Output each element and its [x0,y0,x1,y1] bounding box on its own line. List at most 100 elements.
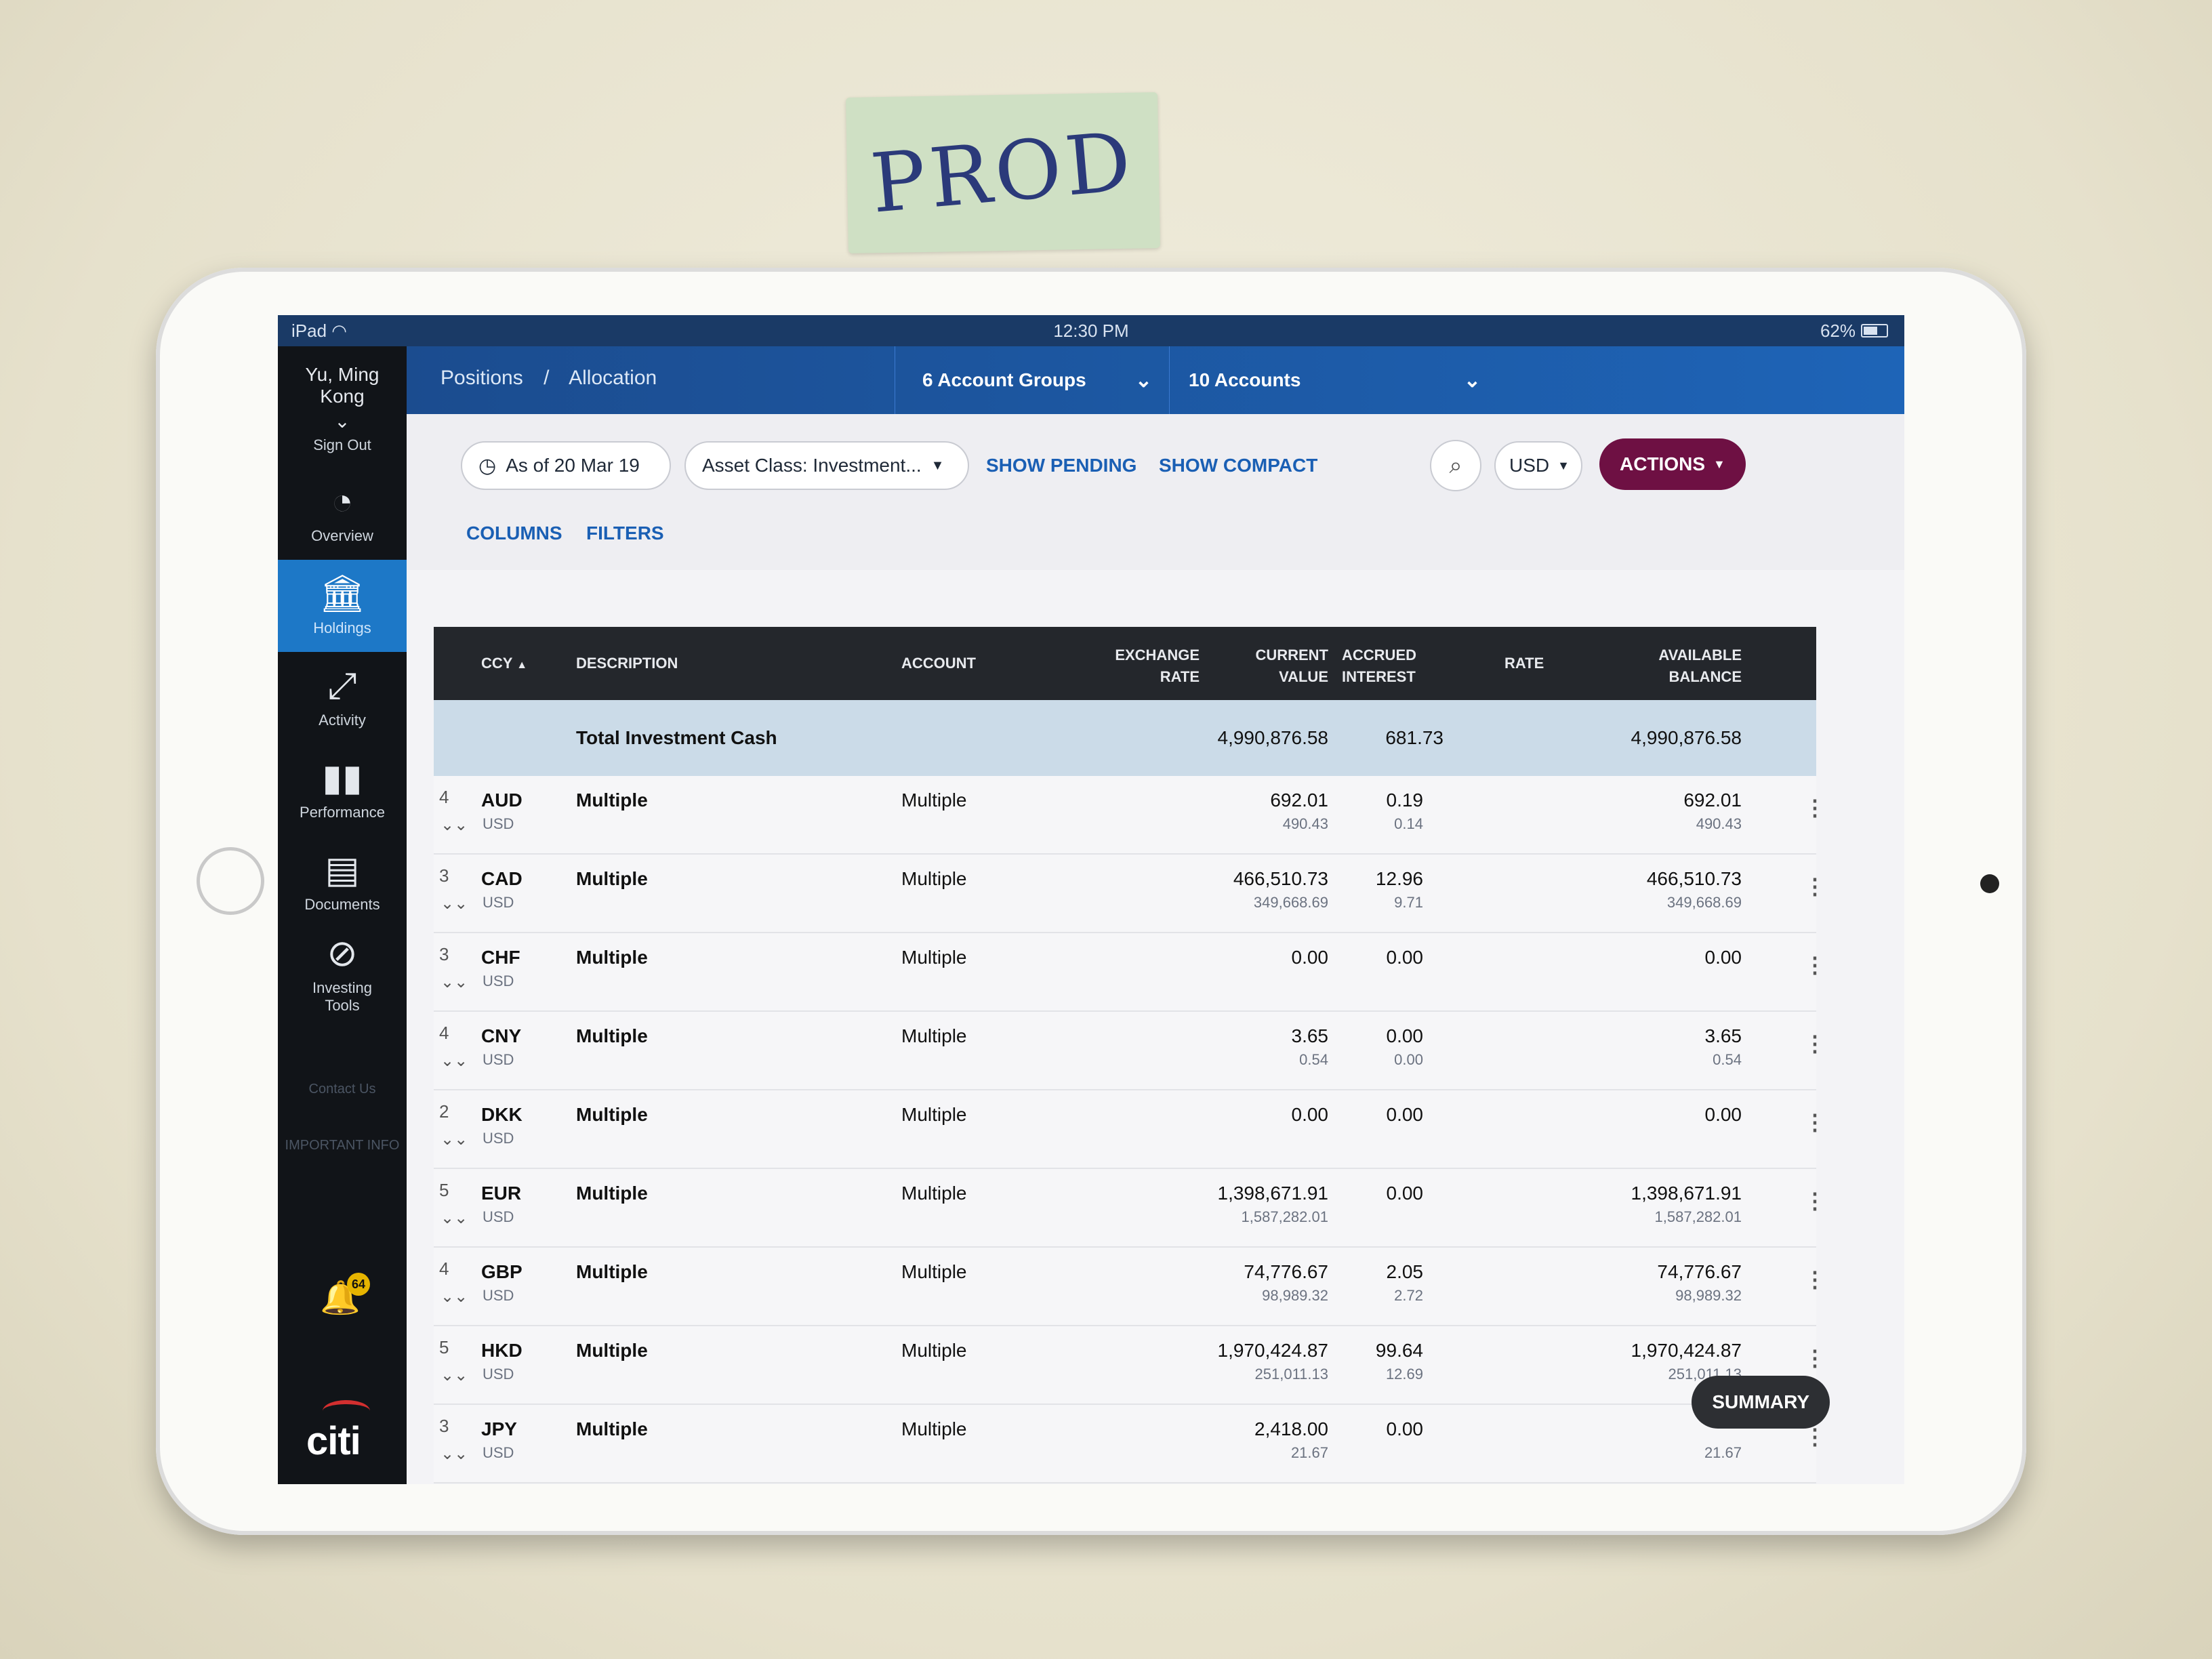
row-current-value-usd: 98,989.32 [1262,1287,1328,1304]
bank-icon: 🏛 [319,573,366,614]
col-rate[interactable]: RATE [1504,653,1544,674]
show-pending-button[interactable]: SHOW PENDING [986,455,1136,476]
row-ccy: CHF [481,947,520,968]
col-exchange-rate[interactable]: EXCHANGE RATE [1084,644,1200,688]
search-button[interactable]: ⌕ [1430,440,1481,491]
nav-documents-label: Documents [304,896,380,913]
asset-class-dropdown[interactable]: Asset Class: Investment... ▼ [684,441,969,490]
row-ccy: DKK [481,1104,523,1125]
row-available: 466,510.73 [1646,868,1742,889]
col-current-value[interactable]: CURRENT VALUE [1220,644,1328,688]
more-options-icon[interactable]: ⋮ [1804,874,1826,899]
row-accrued-usd: 9.71 [1394,894,1423,911]
row-description: Multiple [576,1104,648,1125]
prod-tape-note: PROD [846,92,1160,253]
more-options-icon[interactable]: ⋮ [1804,952,1826,978]
row-ccy: CAD [481,868,523,889]
contact-us-link[interactable]: Contact Us [278,1082,407,1097]
more-options-icon[interactable]: ⋮ [1804,1188,1826,1214]
row-current-value: 74,776.67 [1244,1261,1328,1282]
important-info-link[interactable]: IMPORTANT INFO [278,1138,407,1153]
row-ccy: HKD [481,1340,523,1361]
col-account[interactable]: ACCOUNT [901,653,976,674]
nav-documents[interactable]: ▤ Documents [278,836,407,928]
row-current-value: 0.00 [1291,947,1329,968]
expand-chevron-icon[interactable]: ⌄⌄ [441,1208,468,1228]
col-accrued-interest[interactable]: ACCRUED INTEREST [1342,644,1416,688]
caret-down-icon: ▼ [1713,457,1725,471]
columns-button[interactable]: COLUMNS [466,523,562,544]
toolbar: ◷ As of 20 Mar 19 Asset Class: Investmen… [407,414,1904,570]
nav-activity[interactable]: ⤢ Activity [278,652,407,744]
breadcrumb-allocation[interactable]: Allocation [569,367,657,389]
row-account: Multiple [901,1261,967,1282]
row-count: 3 [439,1416,449,1436]
row-account: Multiple [901,1418,967,1439]
row-ccy: AUD [481,790,523,811]
sign-out-link[interactable]: Sign Out [278,436,407,454]
table-row[interactable]: 5 ⌄⌄ EUR USD Multiple Multiple 1,398,671… [434,1169,1826,1248]
row-available: 0.00 [1704,947,1742,968]
chevron-down-icon[interactable]: ⌄ [278,410,407,432]
col-current-value-l2: VALUE [1279,668,1328,685]
user-name[interactable]: Yu, Ming Kong [278,346,407,407]
expand-chevron-icon[interactable]: ⌄⌄ [441,1130,468,1149]
more-options-icon[interactable]: ⋮ [1804,1345,1826,1371]
expand-chevron-icon[interactable]: ⌄⌄ [441,1444,468,1464]
home-button[interactable] [197,847,264,915]
notification-bell[interactable]: 🔔 64 [320,1273,370,1317]
currency-dropdown[interactable]: USD ▼ [1494,441,1582,490]
table-row[interactable]: 2 ⌄⌄ DKK USD Multiple Multiple 0.00 0.00… [434,1090,1826,1169]
as-of-date-button[interactable]: ◷ As of 20 Mar 19 [461,441,671,490]
summary-button[interactable]: SUMMARY [1692,1376,1830,1429]
expand-chevron-icon[interactable]: ⌄⌄ [441,1051,468,1071]
more-options-icon[interactable]: ⋮ [1804,1267,1826,1292]
total-current-value: 4,990,876.58 [1217,727,1329,748]
nav-overview[interactable]: ◔ Overview [278,468,407,560]
show-compact-button[interactable]: SHOW COMPACT [1159,455,1317,476]
row-accrued: 2.05 [1386,1261,1424,1282]
filters-button[interactable]: FILTERS [586,523,664,544]
row-account: Multiple [901,1340,967,1361]
row-account: Multiple [901,947,967,968]
expand-chevron-icon[interactable]: ⌄⌄ [441,815,468,835]
row-base-ccy: USD [483,972,514,989]
table-row[interactable]: 4 ⌄⌄ CNY USD Multiple Multiple 3.65 0.54… [434,1012,1826,1090]
table-row[interactable]: 5 ⌄⌄ HKD USD Multiple Multiple 1,970,424… [434,1326,1826,1405]
table-row[interactable]: 3 ⌄⌄ CAD USD Multiple Multiple 466,510.7… [434,855,1826,933]
breadcrumb-positions[interactable]: Positions [441,367,523,389]
more-options-icon[interactable]: ⋮ [1804,1109,1826,1135]
row-description: Multiple [576,790,648,811]
nav-holdings[interactable]: 🏛 Holdings [278,560,407,652]
more-options-icon[interactable]: ⋮ [1804,1031,1826,1057]
row-available: 3.65 [1704,1025,1742,1046]
row-base-ccy: USD [483,815,514,832]
col-description[interactable]: DESCRIPTION [576,653,678,674]
row-accrued: 12.96 [1375,868,1423,889]
table-row[interactable]: 3 ⌄⌄ JPY USD Multiple Multiple 2,418.00 … [434,1405,1826,1483]
caret-down-icon: ▼ [930,457,945,473]
table-row[interactable]: 4 ⌄⌄ AUD USD Multiple Multiple 692.01 49… [434,776,1826,855]
expand-chevron-icon[interactable]: ⌄⌄ [441,972,468,992]
nav-investing-tools[interactable]: ⊘ Investing Tools [278,928,407,1021]
accounts-dropdown[interactable]: 10 Accounts ⌄ [1169,346,1494,414]
row-current-value: 1,970,424.87 [1217,1340,1329,1361]
row-available-usd: 349,668.69 [1666,894,1742,911]
expand-chevron-icon[interactable]: ⌄⌄ [441,894,468,914]
col-available-balance[interactable]: AVAILABLE BALANCE [1613,644,1742,688]
nav-investing-tools-label: Investing Tools [312,979,373,1014]
more-options-icon[interactable]: ⋮ [1804,795,1826,821]
actions-label: ACTIONS [1620,453,1705,474]
table-row[interactable]: 4 ⌄⌄ GBP USD Multiple Multiple 74,776.67… [434,1248,1826,1326]
notification-badge: 64 [347,1273,370,1296]
table-row[interactable]: 3 ⌄⌄ CHF USD Multiple Multiple 0.00 0.00… [434,933,1826,1012]
actions-button[interactable]: ACTIONS ▼ [1599,438,1746,490]
expand-chevron-icon[interactable]: ⌄⌄ [441,1366,468,1385]
account-groups-dropdown[interactable]: 6 Account Groups ⌄ [895,346,1166,414]
col-available-l1: AVAILABLE [1658,647,1742,663]
row-accrued-usd: 0.00 [1394,1051,1423,1068]
expand-chevron-icon[interactable]: ⌄⌄ [441,1287,468,1307]
nav-performance[interactable]: ▮▮ Performance [278,744,407,836]
col-ccy[interactable]: CCY ▲ [481,653,527,676]
row-current-value-usd: 1,587,282.01 [1241,1208,1328,1225]
